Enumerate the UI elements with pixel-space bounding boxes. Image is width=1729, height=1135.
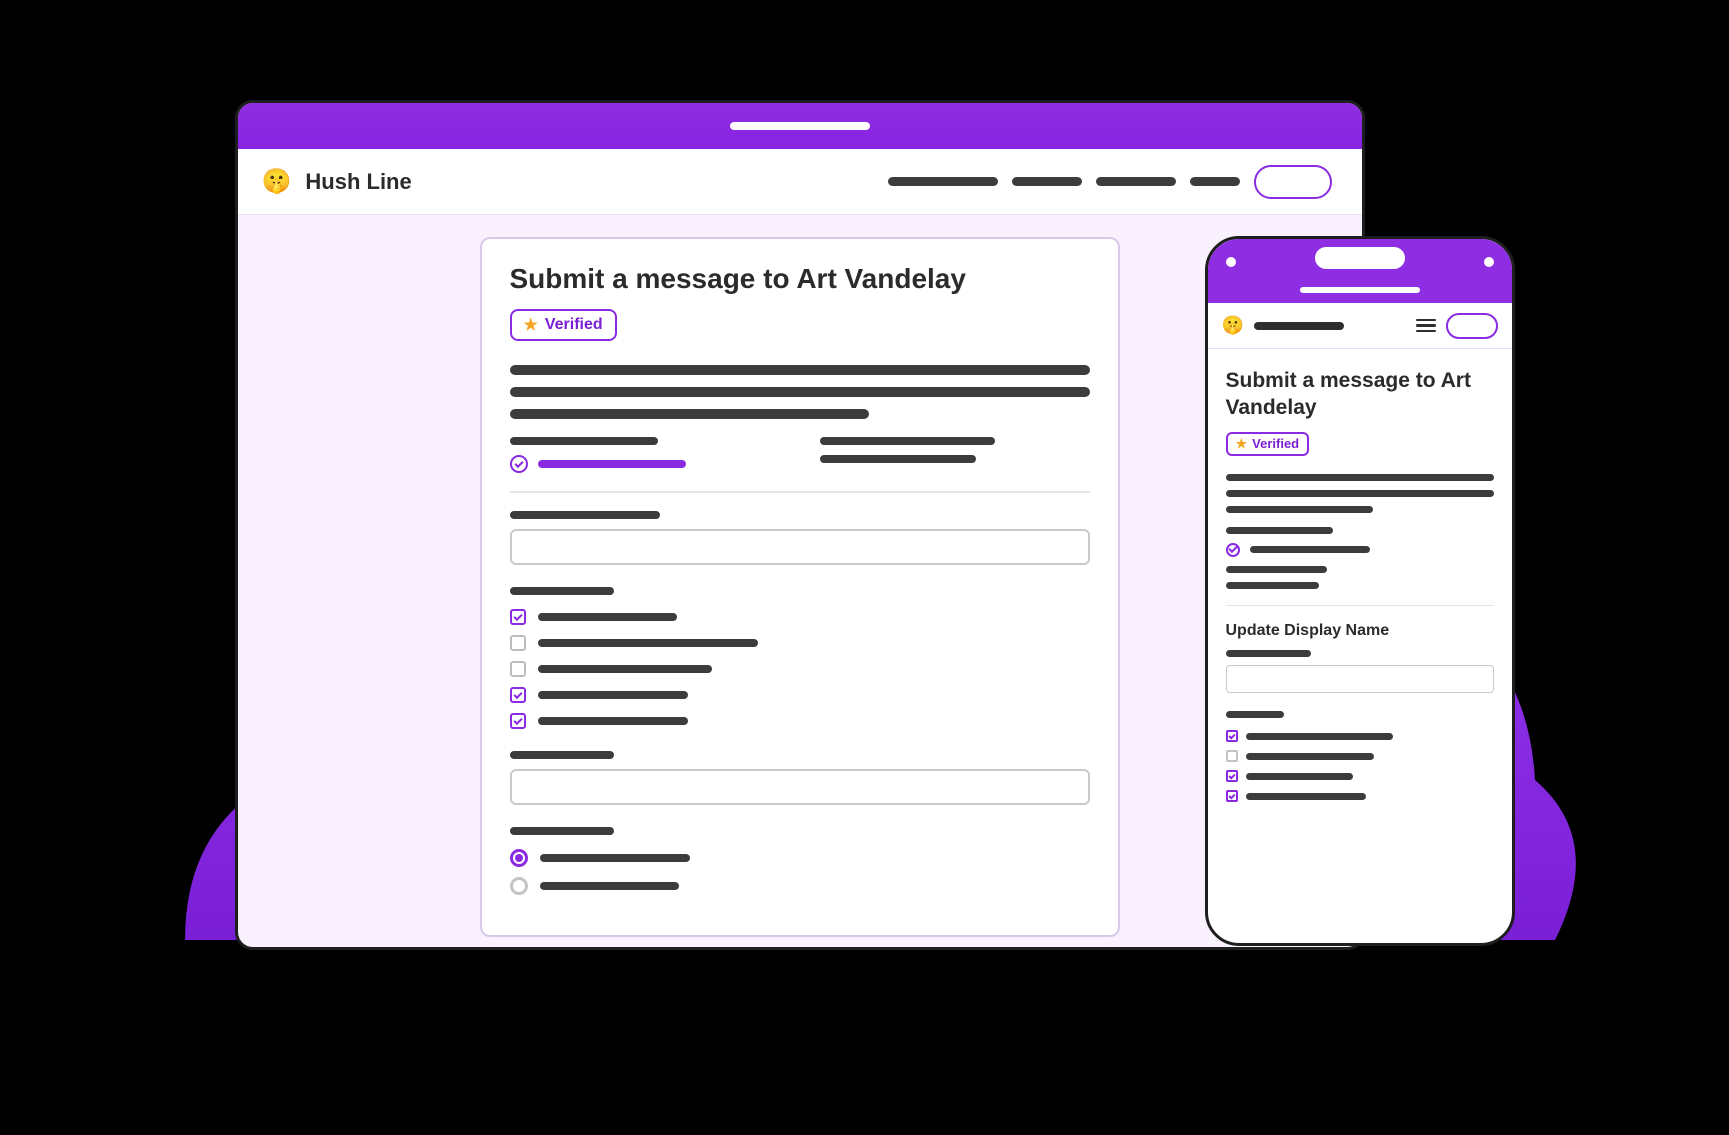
radio-icon [510,849,528,867]
option-label [538,691,689,699]
notch [1315,247,1405,269]
checkbox-option[interactable] [1226,770,1494,782]
checkbox-option[interactable] [510,713,1090,729]
group-label [1226,711,1285,718]
verified-check-icon [510,455,528,473]
verified-label: Verified [545,316,603,334]
checkbox-option[interactable] [510,661,1090,677]
option-label [538,717,689,725]
app-header: 🤫 Hush Line [238,149,1362,215]
logo-icon: 🤫 [262,167,292,196]
verified-check-icon [1226,543,1240,557]
checkbox-icon [510,687,526,703]
status-label [538,460,687,468]
nav-cta-button[interactable] [1254,165,1332,199]
divider [1226,605,1494,607]
page-title: Submit a message to Art Vandelay [1226,367,1494,422]
text-input[interactable] [510,529,1090,565]
nav-cta-button[interactable] [1446,313,1498,339]
description-line [1226,506,1373,513]
group-label [510,587,614,595]
text-input[interactable] [1226,665,1494,693]
checkbox-icon [510,661,526,677]
checkbox-option[interactable] [510,635,1090,651]
nav-item[interactable] [888,177,998,186]
radio-option[interactable] [510,877,1090,895]
option-label [540,854,691,862]
mobile-window: 🤫 Submit a message to Art Vandelay ★ Ver… [1205,236,1515,946]
checkbox-option[interactable] [1226,750,1494,762]
logo-icon: 🤫 [1222,315,1244,336]
option-label [540,882,679,890]
page-title: Submit a message to Art Vandelay [510,263,1090,295]
option-label [538,639,758,647]
field-label [510,751,614,759]
option-label [538,613,677,621]
desktop-window: 🤫 Hush Line Submit a message to Art Vand… [235,100,1365,950]
brand-name-placeholder [1254,322,1344,330]
meta-line [820,437,996,445]
description-line [510,387,1090,397]
nav-item[interactable] [1190,177,1240,186]
status-label [1250,546,1371,553]
description-line [510,365,1090,375]
window-grip [730,122,870,130]
checkbox-option[interactable] [510,687,1090,703]
status-row [1226,543,1494,557]
status-dot [1226,257,1236,267]
meta-line [510,437,659,445]
status-row [510,455,780,473]
mobile-statusbar [1208,239,1512,303]
star-icon: ★ [1236,436,1248,452]
option-label [1246,773,1353,780]
section-heading: Update Display Name [1226,622,1494,640]
checkbox-option[interactable] [1226,730,1494,742]
checkbox-icon [510,635,526,651]
field-label [510,511,661,519]
meta-line [1226,527,1333,534]
menu-icon[interactable] [1416,319,1436,333]
checkbox-icon [1226,730,1238,742]
option-label [1246,733,1393,740]
verified-badge: ★ Verified [510,309,617,341]
checkbox-icon [510,713,526,729]
checkbox-icon [1226,770,1238,782]
text-input[interactable] [510,769,1090,805]
nav-item[interactable] [1012,177,1082,186]
verified-badge: ★ Verified [1226,432,1310,456]
window-titlebar[interactable] [238,103,1362,149]
checkbox-icon [1226,750,1238,762]
checkbox-option[interactable] [510,609,1090,625]
description-line [510,409,870,419]
divider [510,491,1090,493]
option-label [538,665,712,673]
group-label [510,827,614,835]
checkbox-icon [510,609,526,625]
brand-name: Hush Line [305,169,411,195]
description-line [1226,490,1494,497]
meta-line [1226,582,1320,589]
option-label [1246,793,1367,800]
star-icon: ★ [524,315,538,335]
radio-icon [510,877,528,895]
meta-line [1226,566,1328,573]
nav-item[interactable] [1096,177,1176,186]
checkbox-option[interactable] [1226,790,1494,802]
verified-label: Verified [1252,436,1299,451]
radio-option[interactable] [510,849,1090,867]
submit-card: Submit a message to Art Vandelay ★ Verif… [480,237,1120,937]
checkbox-icon [1226,790,1238,802]
field-label [1226,650,1312,657]
meta-line [820,455,977,463]
status-dot [1484,257,1494,267]
mobile-grip [1300,287,1420,293]
option-label [1246,753,1375,760]
description-line [1226,474,1494,481]
mobile-header: 🤫 [1208,303,1512,349]
